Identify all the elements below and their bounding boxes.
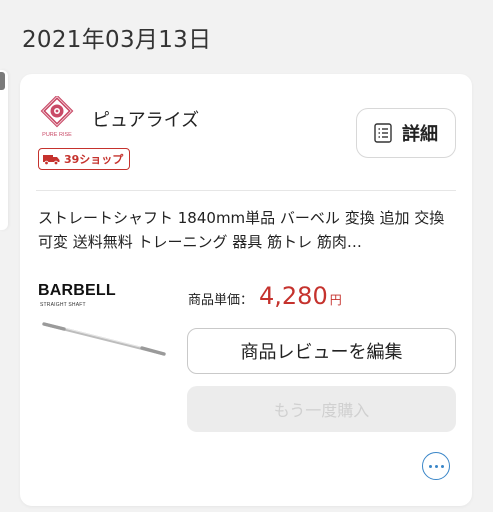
shop-name[interactable]: ピュアライズ	[92, 106, 199, 132]
detail-label: 詳細	[402, 124, 438, 145]
shop-header: PURE RISE ピュアライズ 39ショップ 詳細	[38, 96, 456, 176]
product-image[interactable]: BARBELL STRAIGHT SHAFT	[38, 280, 172, 360]
price-label: 商品単価：	[188, 293, 254, 308]
edit-review-button[interactable]: 商品レビューを編集	[187, 328, 456, 374]
badge-label: 39ショップ	[64, 153, 124, 166]
product-title[interactable]: ストレートシャフト 1840mm単品 バーベル 変換 追加 交換 可変 送料無料…	[38, 206, 458, 254]
price-unit: 円	[329, 293, 342, 307]
more-options-button[interactable]	[422, 452, 450, 480]
price-value: 4,280	[259, 282, 328, 310]
delivery-truck-icon	[43, 154, 60, 165]
order-date: 2021年03月13日	[22, 27, 212, 53]
more-horizontal-icon	[428, 464, 432, 468]
scroll-indicator	[0, 72, 5, 90]
divider	[36, 190, 456, 191]
more-dot	[434, 464, 438, 468]
product-image-subtitle: STRAIGHT SHAFT	[40, 302, 86, 308]
previous-card-edge	[0, 70, 8, 230]
more-dot	[440, 464, 444, 468]
barbell-shaft-image	[42, 322, 166, 356]
product-image-brand: BARBELL	[38, 282, 116, 299]
detail-button[interactable]: 詳細	[356, 108, 456, 158]
price-row: 商品単価： 4,280 円	[188, 282, 342, 310]
shipping-badge: 39ショップ	[38, 148, 131, 170]
document-list-icon	[374, 123, 392, 143]
rebuy-button[interactable]: もう一度購入	[187, 386, 456, 432]
order-card: PURE RISE ピュアライズ 39ショップ 詳細 ストレートシャフト 184…	[20, 74, 472, 506]
shop-logo[interactable]: PURE RISE	[38, 96, 76, 142]
logo-text: PURE RISE	[42, 132, 72, 138]
